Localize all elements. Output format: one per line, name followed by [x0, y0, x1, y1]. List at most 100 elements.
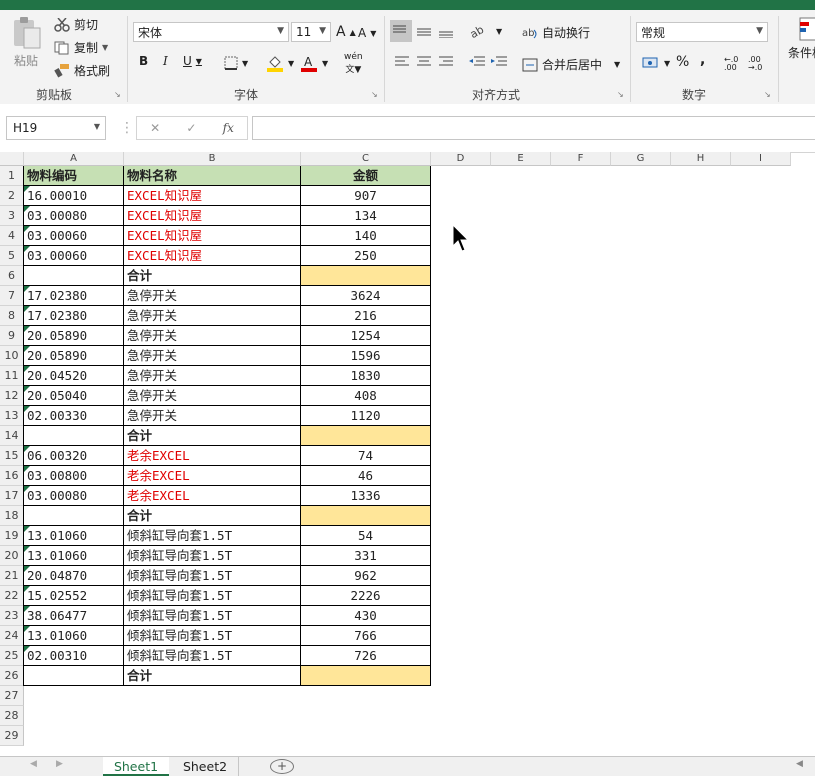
number-format-combo[interactable]: 常规 ▼	[636, 22, 768, 42]
column-header-f[interactable]: F	[551, 152, 611, 166]
subtotal-amount-cell[interactable]	[301, 666, 431, 686]
row-header[interactable]: 4	[0, 226, 24, 246]
borders-button[interactable]: ▼	[224, 56, 248, 70]
row-header[interactable]: 9	[0, 326, 24, 346]
add-sheet-button[interactable]: +	[270, 759, 294, 774]
code-cell[interactable]: 13.01060	[24, 626, 124, 646]
name-box[interactable]: H19 ▼	[6, 116, 106, 140]
underline-button[interactable]: U ▼	[183, 54, 202, 68]
name-cell[interactable]: 倾斜缸导向套1.5T	[124, 646, 301, 666]
name-cell[interactable]: 急停开关	[124, 386, 301, 406]
subtotal-label-cell[interactable]: 合计	[124, 506, 301, 526]
cut-button[interactable]: 剪切	[54, 16, 98, 33]
code-cell[interactable]: 20.04870	[24, 566, 124, 586]
name-cell[interactable]: 老余EXCEL	[124, 466, 301, 486]
name-cell[interactable]: 倾斜缸导向套1.5T	[124, 546, 301, 566]
amount-cell[interactable]: 766	[301, 626, 431, 646]
row-header[interactable]: 25	[0, 646, 24, 666]
name-cell[interactable]: 急停开关	[124, 326, 301, 346]
row-header[interactable]: 24	[0, 626, 24, 646]
accounting-format-button[interactable]: ▼	[642, 56, 670, 70]
name-cell[interactable]: EXCEL知识屋	[124, 246, 301, 266]
name-cell[interactable]: 急停开关	[124, 366, 301, 386]
column-header-g[interactable]: G	[611, 152, 671, 166]
align-center-button[interactable]	[416, 56, 432, 68]
paste-button[interactable]: 粘贴	[10, 16, 42, 69]
column-header-c[interactable]: C	[301, 152, 431, 166]
scroll-right-icon[interactable]: ▶	[56, 759, 63, 769]
row-header[interactable]: 12	[0, 386, 24, 406]
tab-sheet2[interactable]: Sheet2	[172, 757, 239, 776]
percent-button[interactable]: %	[676, 54, 689, 70]
row-header[interactable]: 16	[0, 466, 24, 486]
amount-cell[interactable]: 726	[301, 646, 431, 666]
font-size-combo[interactable]: 11 ▼	[291, 22, 331, 42]
copy-button[interactable]: 复制 ▼	[54, 39, 108, 56]
amount-cell[interactable]: 74	[301, 446, 431, 466]
header-cell-code[interactable]: 物料编码	[24, 166, 124, 186]
code-cell[interactable]: 20.05890	[24, 346, 124, 366]
shrink-font-button[interactable]: A ▼	[358, 26, 376, 40]
code-cell[interactable]	[24, 666, 124, 686]
code-cell[interactable]: 03.00080	[24, 486, 124, 506]
code-cell[interactable]: 15.02552	[24, 586, 124, 606]
column-header-d[interactable]: D	[431, 152, 491, 166]
code-cell[interactable]: 03.00060	[24, 226, 124, 246]
subtotal-amount-cell[interactable]	[301, 266, 431, 286]
amount-cell[interactable]: 907	[301, 186, 431, 206]
code-cell[interactable]: 13.01060	[24, 546, 124, 566]
amount-cell[interactable]: 216	[301, 306, 431, 326]
code-cell[interactable]	[24, 266, 124, 286]
worksheet-grid[interactable]: ABCDEFGHI 1 2 3 4 5 6 7 8 9 10 11 12 13 14 15 16 17 18 19 2…	[0, 152, 815, 756]
row-header[interactable]: 18	[0, 506, 24, 526]
row-header[interactable]: 3	[0, 206, 24, 226]
bold-button[interactable]: B	[139, 54, 148, 68]
font-color-button[interactable]: A ▼	[300, 54, 328, 72]
amount-cell[interactable]: 134	[301, 206, 431, 226]
row-header[interactable]: 28	[0, 706, 24, 726]
code-cell[interactable]: 16.00010	[24, 186, 124, 206]
name-cell[interactable]: 急停开关	[124, 306, 301, 326]
row-header[interactable]: 6	[0, 266, 24, 286]
decrease-indent-button[interactable]	[468, 56, 486, 68]
name-cell[interactable]: 倾斜缸导向套1.5T	[124, 586, 301, 606]
row-header[interactable]: 14	[0, 426, 24, 446]
subtotal-label-cell[interactable]: 合计	[124, 426, 301, 446]
align-right-button[interactable]	[438, 56, 454, 68]
name-cell[interactable]: EXCEL知识屋	[124, 206, 301, 226]
increase-indent-button[interactable]	[490, 56, 508, 68]
code-cell[interactable]: 17.02380	[24, 286, 124, 306]
code-cell[interactable]	[24, 506, 124, 526]
row-header[interactable]: 11	[0, 366, 24, 386]
row-header[interactable]: 13	[0, 406, 24, 426]
code-cell[interactable]: 20.05890	[24, 326, 124, 346]
fill-color-button[interactable]: ▼	[266, 54, 294, 72]
horizontal-scrollbar-icon[interactable]: ◀	[796, 759, 803, 769]
code-cell[interactable]: 06.00320	[24, 446, 124, 466]
name-cell[interactable]: EXCEL知识屋	[124, 226, 301, 246]
name-cell[interactable]: 急停开关	[124, 286, 301, 306]
row-header[interactable]: 1	[0, 166, 24, 186]
row-header[interactable]: 29	[0, 726, 24, 746]
align-top-button[interactable]	[390, 20, 412, 42]
code-cell[interactable]: 02.00330	[24, 406, 124, 426]
row-header[interactable]: 19	[0, 526, 24, 546]
name-cell[interactable]: EXCEL知识屋	[124, 186, 301, 206]
column-header-h[interactable]: H	[671, 152, 731, 166]
subtotal-label-cell[interactable]: 合计	[124, 666, 301, 686]
row-header[interactable]: 17	[0, 486, 24, 506]
code-cell[interactable]: 02.00310	[24, 646, 124, 666]
tab-sheet1[interactable]: Sheet1	[103, 757, 169, 776]
conditional-formatting-button[interactable]: 条件格	[786, 16, 815, 61]
amount-cell[interactable]: 3624	[301, 286, 431, 306]
code-cell[interactable]: 17.02380	[24, 306, 124, 326]
orientation-button[interactable]: ab ▼	[470, 24, 502, 38]
amount-cell[interactable]: 430	[301, 606, 431, 626]
code-cell[interactable]: 03.00080	[24, 206, 124, 226]
clipboard-launcher-icon[interactable]: ↘	[114, 90, 121, 99]
font-name-combo[interactable]: 宋体 ▼	[133, 22, 289, 42]
subtotal-label-cell[interactable]: 合计	[124, 266, 301, 286]
code-cell[interactable]: 03.00800	[24, 466, 124, 486]
row-header[interactable]: 26	[0, 666, 24, 686]
align-left-button[interactable]	[394, 56, 410, 68]
